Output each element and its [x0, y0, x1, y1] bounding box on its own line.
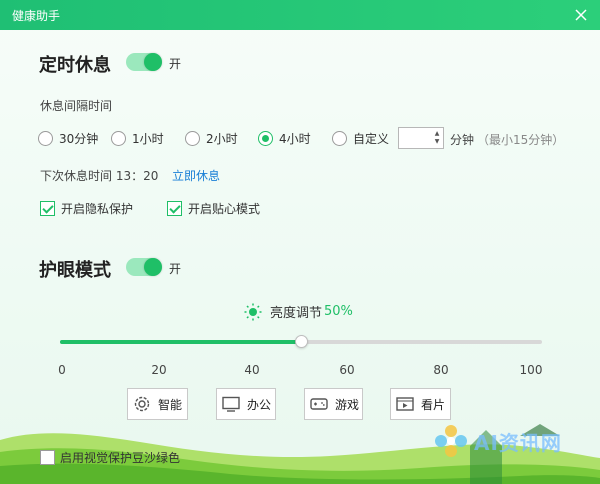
- interval-option-4h[interactable]: 4小时: [258, 130, 311, 147]
- slider-tick: 20: [151, 363, 167, 377]
- health-assistant-window: 健康助手 定时休息 开 休息间隔时间 30分钟 1小时 2小时 4小时 自定义 …: [0, 0, 600, 484]
- window-title: 健康助手: [12, 9, 61, 23]
- slider-tick: 60: [339, 363, 355, 377]
- radio-label: 2小时: [206, 132, 238, 146]
- interval-option-2h[interactable]: 2小时: [185, 130, 238, 147]
- care-mode-checkbox[interactable]: 开启贴心模式: [167, 200, 260, 217]
- brightness-slider-thumb[interactable]: [295, 335, 308, 348]
- custom-unit-label: 分钟: [450, 133, 475, 147]
- brightness-slider[interactable]: [60, 335, 542, 348]
- checkbox-label: 开启隐私保护: [61, 202, 134, 216]
- slider-tick: 80: [433, 363, 449, 377]
- sun-icon: [244, 303, 262, 320]
- interval-option-30min[interactable]: 30分钟: [38, 130, 98, 147]
- custom-minutes-stepper[interactable]: ▲ ▼: [398, 127, 444, 149]
- eye-toggle-knob: [144, 258, 162, 276]
- slider-tick: 0: [58, 363, 66, 377]
- checkbox-label: 启用视觉保护豆沙绿色: [60, 451, 181, 465]
- rest-toggle-label: 开: [169, 57, 182, 71]
- eye-toggle-label: 开: [169, 262, 182, 276]
- close-button[interactable]: [572, 6, 590, 24]
- rest-section-title: 定时休息: [39, 55, 111, 76]
- brightness-label: 亮度调节: [270, 306, 323, 321]
- next-rest-time: 下次休息时间 13：20: [40, 169, 159, 183]
- watermark-logo: AI资讯网: [432, 422, 562, 460]
- watermark-text: AI资讯网: [474, 430, 562, 455]
- stepper-arrows-icon[interactable]: ▲ ▼: [433, 130, 441, 146]
- rest-toggle-knob: [144, 53, 162, 71]
- radio-label: 4小时: [279, 132, 311, 146]
- brightness-adjust: 亮度调节 50%: [244, 302, 353, 321]
- privacy-protect-checkbox[interactable]: 开启隐私保护: [40, 200, 133, 217]
- interval-option-1h[interactable]: 1小时: [111, 130, 164, 147]
- radio-dot: [332, 131, 347, 146]
- custom-hint-label: （最小15分钟）: [477, 133, 565, 147]
- slider-tick: 40: [244, 363, 260, 377]
- rest-interval-label: 休息间隔时间: [40, 99, 113, 113]
- title-bar: 健康助手: [0, 0, 600, 30]
- checkbox-box-checked: [167, 201, 182, 216]
- checkbox-label: 开启贴心模式: [188, 202, 261, 216]
- checkbox-box-unchecked: [40, 450, 55, 465]
- slider-tick: 100: [519, 363, 543, 377]
- rest-toggle[interactable]: [126, 53, 162, 71]
- radio-dot: [185, 131, 200, 146]
- radio-label: 自定义: [353, 132, 390, 146]
- radio-dot-selected: [258, 131, 273, 146]
- green-protect-checkbox[interactable]: 启用视觉保护豆沙绿色: [40, 449, 180, 466]
- eye-section-title: 护眼模式: [39, 260, 111, 281]
- brightness-slider-fill: [60, 340, 301, 344]
- radio-label: 1小时: [132, 132, 164, 146]
- radio-dot: [111, 131, 126, 146]
- eye-toggle[interactable]: [126, 258, 162, 276]
- radio-dot: [38, 131, 53, 146]
- close-icon: [575, 9, 587, 21]
- rest-now-link[interactable]: 立即休息: [172, 167, 220, 184]
- interval-option-custom[interactable]: 自定义: [332, 130, 389, 147]
- flower-logo-icon: [435, 425, 467, 457]
- checkbox-box-checked: [40, 201, 55, 216]
- radio-label: 30分钟: [59, 132, 99, 146]
- brightness-percent: 50%: [324, 304, 353, 319]
